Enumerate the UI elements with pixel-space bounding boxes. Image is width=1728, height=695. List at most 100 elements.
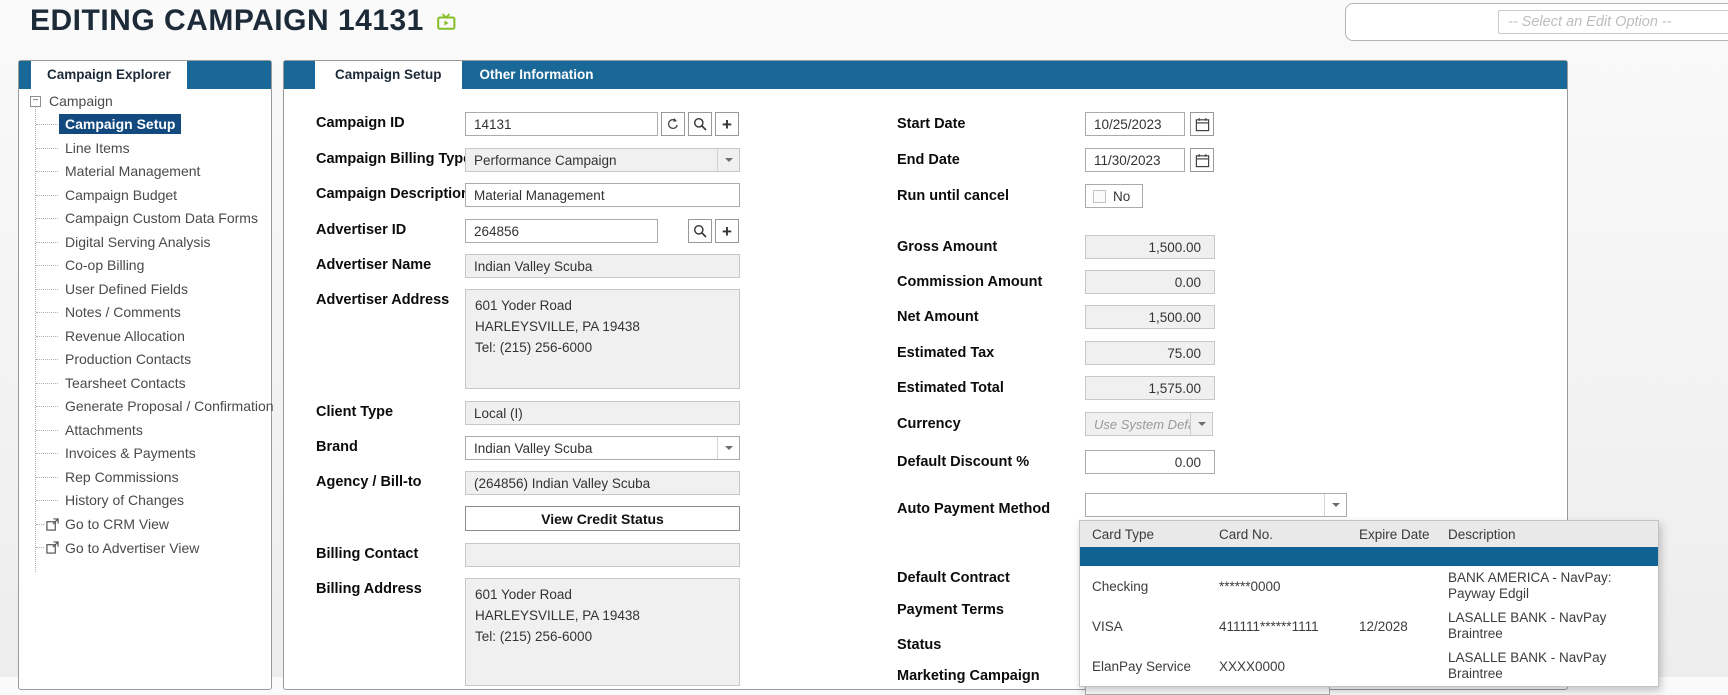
calendar-icon	[1195, 117, 1210, 132]
tab-campaign-setup[interactable]: Campaign Setup	[315, 61, 462, 89]
advertiser-id-label: Advertiser ID	[316, 222, 406, 238]
search-icon	[693, 224, 707, 238]
sidebar-item-line-items[interactable]: Line Items	[19, 137, 271, 161]
page-title-text: EDITING CAMPAIGN 14131	[30, 4, 424, 38]
advertiser-name-input[interactable]	[465, 254, 740, 278]
chevron-down-icon	[717, 437, 739, 459]
gross-amount-label: Gross Amount	[897, 239, 997, 255]
sidebar-item-material-management[interactable]: Material Management	[19, 160, 271, 184]
auto-payment-method-label: Auto Payment Method	[897, 501, 1050, 517]
advertiser-name-label: Advertiser Name	[316, 257, 431, 273]
campaign-description-input[interactable]	[465, 183, 740, 207]
campaign-search-button[interactable]	[688, 112, 712, 136]
payment-terms-label: Payment Terms	[897, 602, 1004, 618]
commission-amount-input[interactable]	[1085, 270, 1215, 294]
billing-address-textarea[interactable]: 601 Yoder Road HARLEYSVILLE, PA 19438 Te…	[465, 578, 740, 686]
auto-payment-method-select[interactable]	[1085, 493, 1347, 517]
brand-select[interactable]: Indian Valley Scuba	[465, 436, 740, 460]
payment-table-header-description: Description	[1448, 527, 1658, 542]
sidebar-item-invoices-payments[interactable]: Invoices & Payments	[19, 442, 271, 466]
payment-table-row-checking[interactable]: Checking ******0000 BANK AMERICA - NavPa…	[1080, 566, 1658, 606]
history-icon	[666, 117, 680, 131]
payment-method-dropdown-table: Card Type Card No. Expire Date Descripti…	[1079, 520, 1659, 687]
external-link-icon	[46, 518, 59, 531]
sidebar-item-campaign-budget[interactable]: Campaign Budget	[19, 184, 271, 208]
advertiser-address-textarea[interactable]: 601 Yoder Road HARLEYSVILLE, PA 19438 Te…	[465, 289, 740, 389]
sidebar-item-co-op-billing[interactable]: Co-op Billing	[19, 254, 271, 278]
marketing-campaign-label: Marketing Campaign	[897, 668, 1040, 684]
go-to-advertiser-view-link[interactable]: Go to Advertiser View	[19, 536, 271, 560]
agency-bill-to-label: Agency / Bill-to	[316, 474, 422, 490]
end-date-input[interactable]	[1085, 148, 1185, 172]
currency-label: Currency	[897, 416, 961, 432]
advertiser-id-input[interactable]	[465, 219, 658, 243]
payment-table-selected-row[interactable]	[1080, 547, 1658, 566]
tree-children: Campaign Setup Line Items Material Manag…	[19, 113, 271, 513]
estimated-total-label: Estimated Total	[897, 380, 1004, 396]
sidebar-item-digital-serving-analysis[interactable]: Digital Serving Analysis	[19, 231, 271, 255]
advertiser-address-label: Advertiser Address	[316, 292, 449, 308]
campaign-billing-type-select[interactable]: Performance Campaign	[465, 148, 740, 172]
start-date-input[interactable]	[1085, 112, 1185, 136]
view-credit-status-button[interactable]: View Credit Status	[465, 506, 740, 531]
currency-select[interactable]: Use System Default	[1085, 412, 1213, 436]
campaign-add-button[interactable]: +	[715, 112, 739, 136]
client-type-input[interactable]	[465, 401, 740, 425]
advertiser-search-button[interactable]	[688, 219, 712, 243]
campaign-id-input[interactable]	[465, 112, 658, 136]
agency-bill-to-input[interactable]	[465, 471, 740, 495]
campaign-explorer-header-bar: Campaign Explorer	[19, 61, 271, 89]
sidebar-item-notes-comments[interactable]: Notes / Comments	[19, 301, 271, 325]
default-discount-input[interactable]	[1085, 450, 1215, 474]
tree-collapse-icon[interactable]: −	[30, 96, 41, 107]
go-to-crm-view-link[interactable]: Go to CRM View	[19, 513, 271, 537]
sidebar-item-attachments[interactable]: Attachments	[19, 419, 271, 443]
tab-other-information[interactable]: Other Information	[462, 61, 612, 89]
campaign-description-label: Campaign Description	[316, 186, 470, 202]
estimated-tax-input[interactable]	[1085, 341, 1215, 365]
billing-address-label: Billing Address	[316, 581, 422, 597]
payment-table-row-elanpay[interactable]: ElanPay Service XXXX0000 LASALLE BANK - …	[1080, 646, 1658, 686]
sidebar-item-campaign-custom-data-forms[interactable]: Campaign Custom Data Forms	[19, 207, 271, 231]
page-title: EDITING CAMPAIGN 14131	[30, 4, 456, 38]
sidebar-item-rep-commissions[interactable]: Rep Commissions	[19, 466, 271, 490]
campaign-billing-type-label: Campaign Billing Type	[316, 151, 471, 167]
run-until-cancel-checkbox[interactable]	[1093, 190, 1106, 203]
campaign-history-button[interactable]	[661, 112, 685, 136]
estimated-total-input[interactable]	[1085, 376, 1215, 400]
end-date-label: End Date	[897, 152, 960, 168]
tree-node-campaign[interactable]: − Campaign	[19, 89, 271, 113]
end-date-calendar-button[interactable]	[1190, 148, 1214, 172]
estimated-tax-label: Estimated Tax	[897, 345, 994, 361]
chevron-down-icon	[1190, 413, 1212, 435]
sidebar-item-user-defined-fields[interactable]: User Defined Fields	[19, 278, 271, 302]
default-discount-label: Default Discount %	[897, 454, 1029, 470]
gross-amount-input[interactable]	[1085, 235, 1215, 259]
payment-table-header-card-no: Card No.	[1219, 527, 1359, 542]
campaign-explorer-panel: Campaign Explorer − Campaign Campaign Se…	[18, 60, 272, 690]
chevron-down-icon	[1324, 494, 1346, 516]
sidebar-item-tearsheet-contacts[interactable]: Tearsheet Contacts	[19, 372, 271, 396]
sidebar-item-revenue-allocation[interactable]: Revenue Allocation	[19, 325, 271, 349]
sidebar-item-generate-proposal-confirmation[interactable]: Generate Proposal / Confirmation	[19, 395, 271, 419]
advertiser-add-button[interactable]: +	[715, 219, 739, 243]
payment-table-header-expire-date: Expire Date	[1359, 527, 1448, 542]
run-until-cancel-toggle[interactable]: No	[1085, 184, 1143, 208]
start-date-calendar-button[interactable]	[1190, 112, 1214, 136]
sidebar-item-campaign-setup[interactable]: Campaign Setup	[19, 113, 271, 137]
campaign-id-label: Campaign ID	[316, 115, 405, 131]
edit-option-container	[1345, 3, 1728, 41]
main-tab-bar: Campaign Setup Other Information	[284, 61, 1567, 89]
tree-links: Go to CRM View Go to Advertiser View	[19, 513, 271, 560]
payment-table-row-visa[interactable]: VISA 411111******1111 12/2028 LASALLE BA…	[1080, 606, 1658, 646]
sidebar-item-history-of-changes[interactable]: History of Changes	[19, 489, 271, 513]
net-amount-input[interactable]	[1085, 305, 1215, 329]
billing-contact-input[interactable]	[465, 543, 740, 567]
sidebar-item-production-contacts[interactable]: Production Contacts	[19, 348, 271, 372]
billing-contact-label: Billing Contact	[316, 546, 418, 562]
tree-root-label[interactable]: Campaign	[49, 93, 113, 109]
default-contract-label: Default Contract	[897, 570, 1010, 586]
run-until-cancel-label: Run until cancel	[897, 188, 1009, 204]
edit-option-select[interactable]	[1498, 10, 1728, 34]
payment-table-header-card-type: Card Type	[1092, 527, 1219, 542]
